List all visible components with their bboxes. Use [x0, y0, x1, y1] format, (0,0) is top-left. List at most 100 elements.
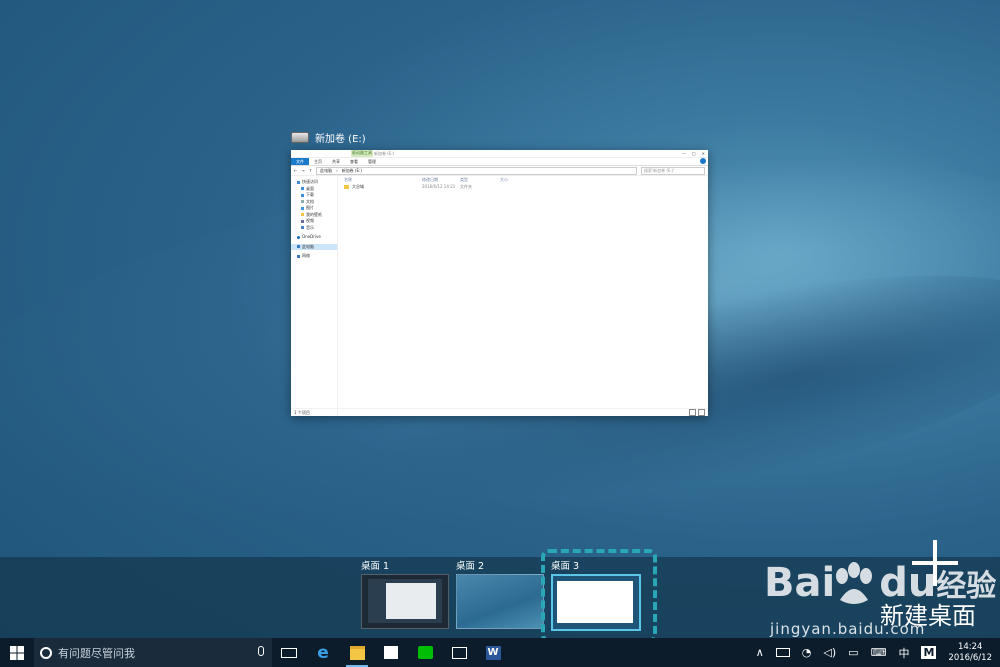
word-icon: W [485, 645, 501, 660]
column-date[interactable]: 修改日期 [422, 176, 460, 183]
taskbar-photos[interactable] [442, 638, 476, 667]
picture-icon [301, 206, 304, 210]
ribbon-tab-view[interactable]: 查看 [345, 158, 363, 165]
cortana-search-input[interactable]: 有问题尽管问我 [34, 638, 272, 667]
windows-logo-icon [10, 645, 24, 660]
file-name: 大谷城 [352, 184, 364, 189]
nav-label: 此电脑 [302, 243, 314, 249]
ribbon-tab-home[interactable]: 主页 [309, 158, 327, 165]
forward-icon[interactable]: → [301, 168, 304, 173]
column-name[interactable]: 名称 [344, 176, 422, 183]
taskbar-edge[interactable]: e [306, 638, 340, 667]
start-button[interactable] [0, 638, 34, 667]
watermark-brand-cn: 经验 [936, 569, 997, 604]
clock-date: 2016/6/12 [948, 652, 992, 663]
action-center-icon[interactable]: ▭ [848, 646, 858, 659]
system-tray: ∧ ◔ ◁) ▭ ⌨ 中 M 14:24 2016/6/12 [756, 642, 1000, 664]
watermark-brand: Bai [764, 560, 836, 606]
taskbar-store[interactable] [374, 638, 408, 667]
video-icon [301, 219, 304, 223]
address-bar[interactable]: 此电脑 › 新加卷 (E:) [316, 166, 637, 175]
column-type[interactable]: 类型 [460, 176, 500, 183]
ime-language[interactable]: 中 [898, 645, 909, 661]
file-list: 名称 修改日期 类型 大小 大谷城 2016/6/12 14:21 文件夹 [338, 176, 708, 416]
chevron-up-icon[interactable]: ∧ [756, 646, 764, 659]
wifi-icon[interactable]: ◔ [802, 646, 812, 659]
document-icon [301, 200, 304, 204]
ribbon-tab-file[interactable]: 文件 [291, 158, 309, 165]
desktop-2-label: 桌面 2 [456, 561, 485, 572]
nav-item-music[interactable]: 音乐 [291, 225, 337, 232]
window-preview-title[interactable]: 新加卷 (E:) [291, 130, 366, 145]
desktop-1[interactable]: 桌面 1 [361, 561, 449, 629]
taskbar-word[interactable]: W [476, 638, 510, 667]
nav-label: OneDrive [302, 234, 321, 239]
desktop-1-thumbnail[interactable] [361, 574, 449, 629]
battery-icon[interactable] [775, 648, 790, 657]
maximize-icon[interactable]: □ [692, 151, 696, 156]
clock[interactable]: 14:24 2016/6/12 [948, 642, 992, 664]
volume-icon[interactable]: ◁) [823, 646, 836, 659]
breadcrumb-separator-icon: › [336, 168, 338, 173]
context-tab: 驱动器工具 [351, 150, 373, 157]
details-view-icon[interactable] [689, 409, 696, 416]
explorer-titlebar: 驱动器工具 新加卷 (E:) — □ ✕ [291, 150, 708, 158]
desktop-icon [301, 187, 304, 191]
file-list-header: 名称 修改日期 类型 大小 [338, 176, 708, 183]
file-name-cell: 大谷城 [344, 183, 422, 190]
microphone-icon[interactable] [258, 646, 264, 656]
nav-item-this-pc[interactable]: 此电脑 [291, 243, 337, 250]
nav-label: 网络 [302, 253, 310, 258]
music-icon [301, 226, 304, 230]
search-placeholder: 有问题尽管问我 [58, 646, 135, 660]
nav-item-network[interactable]: 网络 [291, 253, 337, 260]
thumbnail-window [386, 583, 436, 619]
watermark-url: jingyan.baidu.com [770, 620, 926, 638]
window-controls: — □ ✕ [682, 151, 705, 156]
desktop-2-thumbnail[interactable] [456, 574, 544, 629]
breadcrumb-this-pc[interactable]: 此电脑 [320, 168, 332, 174]
iqiyi-icon [417, 646, 433, 659]
column-size[interactable]: 大小 [500, 176, 530, 183]
address-row: ← → ↑ 此电脑 › 新加卷 (E:) 搜索'新加卷 (E:)' [291, 166, 708, 176]
edge-icon: e [317, 642, 329, 663]
network-icon [297, 254, 300, 258]
breadcrumb-drive[interactable]: 新加卷 (E:) [342, 168, 362, 174]
window-title-text: 新加卷 (E:) [315, 134, 366, 145]
explorer-search-input[interactable]: 搜索'新加卷 (E:)' [641, 166, 705, 175]
desktop-2[interactable]: 桌面 2 [456, 561, 544, 629]
file-date: 2016/6/12 14:21 [422, 184, 456, 189]
task-view-button[interactable] [272, 638, 306, 667]
nav-item-onedrive[interactable]: OneDrive [291, 234, 337, 241]
taskbar-iqiyi[interactable] [408, 638, 442, 667]
watermark-brand2: du [879, 560, 937, 606]
ribbon-tab-share[interactable]: 共享 [327, 158, 345, 165]
ribbon-tab-manage[interactable]: 管理 [363, 158, 381, 165]
close-icon[interactable]: ✕ [702, 151, 705, 156]
ribbon-tabs: 文件 主页 共享 查看 管理 [291, 158, 708, 166]
taskbar-file-explorer[interactable] [340, 638, 374, 667]
view-buttons [689, 409, 705, 416]
cloud-icon [297, 235, 300, 239]
desktop-1-label: 桌面 1 [361, 561, 390, 572]
clock-time: 14:24 [957, 641, 983, 652]
ime-mode[interactable]: M [921, 646, 937, 659]
status-bar: 1 个项目 [291, 408, 708, 416]
up-icon[interactable]: ↑ [309, 168, 312, 173]
folder-icon [301, 213, 304, 217]
nav-label: 音乐 [306, 224, 314, 230]
back-icon[interactable]: ← [294, 168, 297, 173]
file-size [500, 183, 530, 190]
minimize-icon[interactable]: — [682, 151, 686, 156]
file-row[interactable]: 大谷城 2016/6/12 14:21 文件夹 [338, 183, 708, 190]
file-explorer-preview[interactable]: 驱动器工具 新加卷 (E:) — □ ✕ 文件 主页 共享 查看 管理 ← → … [291, 150, 708, 416]
folder-icon [344, 184, 349, 189]
drive-icon [291, 132, 309, 143]
keyboard-icon[interactable]: ⌨ [871, 646, 887, 659]
item-count: 1 个项目 [294, 409, 310, 415]
photos-icon [451, 646, 467, 659]
explorer-body: 快速访问 桌面 下载 文档 图片 我的壁纸 视频 音乐 OneDrive 此电脑… [291, 176, 708, 416]
baidu-watermark: Bai du经验 [764, 560, 996, 606]
large-icons-view-icon[interactable] [698, 409, 705, 416]
help-icon[interactable] [700, 158, 706, 164]
